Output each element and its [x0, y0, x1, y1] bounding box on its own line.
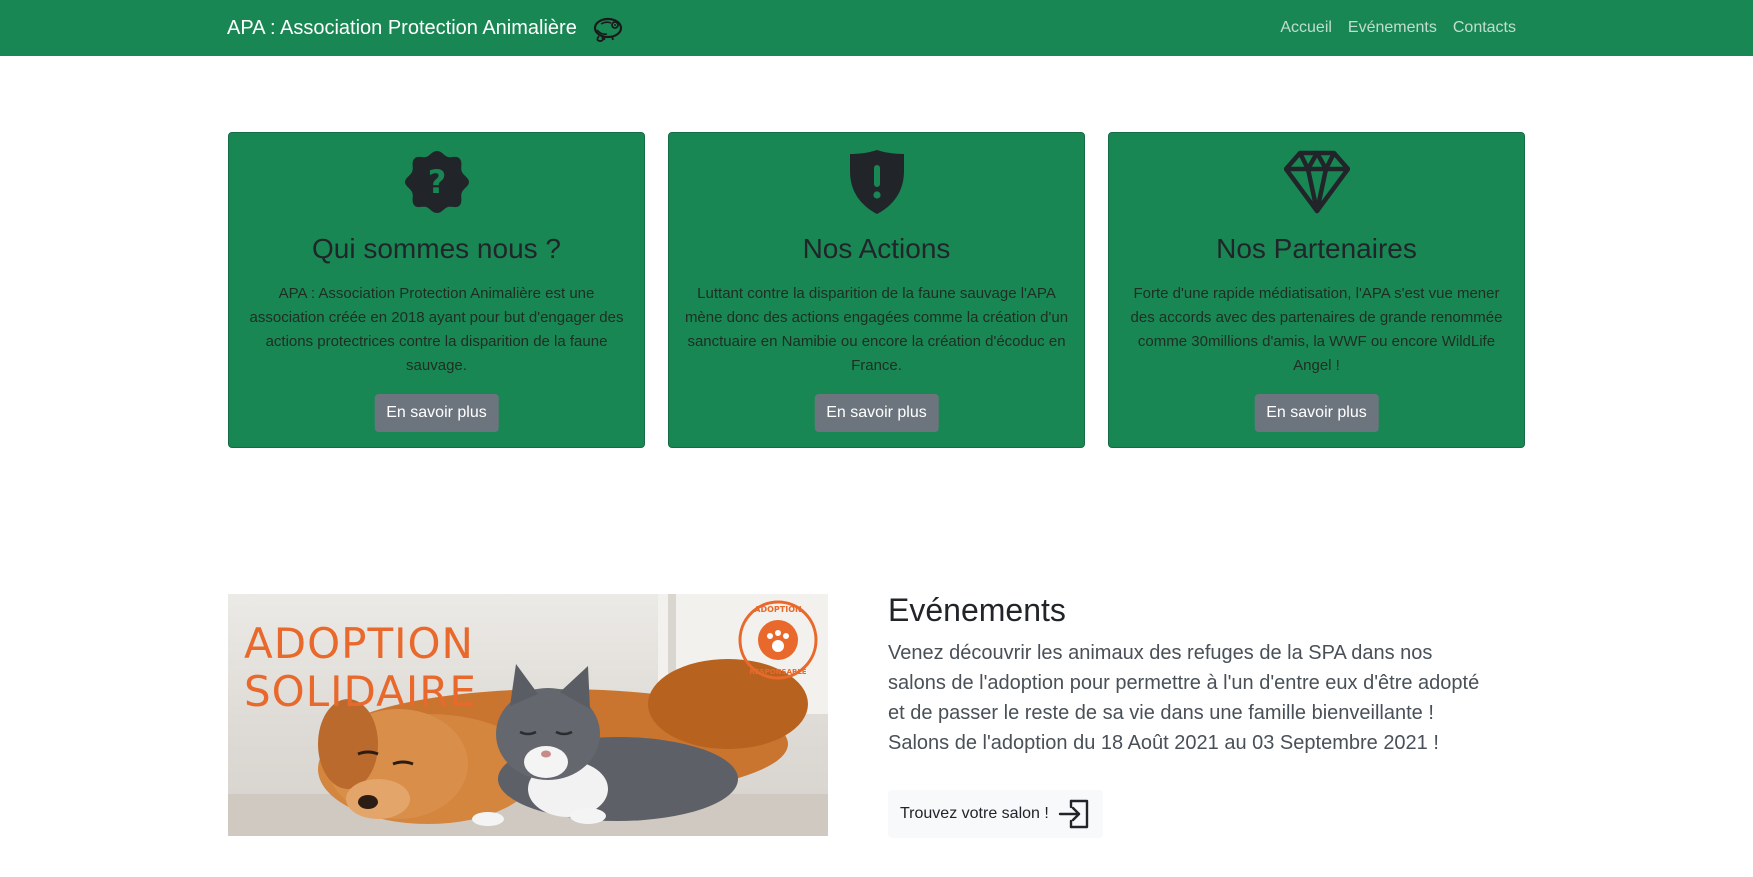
shield-exclamation-icon — [849, 150, 904, 214]
en-savoir-plus-button[interactable]: En savoir plus — [814, 394, 939, 432]
adoption-headline-line1: ADOPTION — [244, 619, 474, 668]
nav-link-accueil[interactable]: Accueil — [1280, 19, 1332, 37]
card-nos-partenaires: Nos Partenaires Forte d'une rapide média… — [1108, 132, 1525, 448]
card-text: Luttant contre la disparition de la faun… — [684, 285, 1069, 374]
events-description: Venez découvrir les animaux des refuges … — [888, 642, 1480, 754]
enter-icon — [1058, 799, 1089, 829]
question-badge-icon: ? — [404, 151, 469, 213]
card-title: Qui sommes nous ? — [312, 233, 561, 264]
events-title: Evénements — [888, 592, 1066, 628]
card-qui-sommes-nous: ? Qui sommes nous ? APA : Association Pr… — [228, 132, 645, 448]
chameleon-logo-icon — [593, 17, 622, 42]
brand[interactable]: APA : Association Protection Animalière — [227, 0, 625, 56]
stamp-bottom-text: RESPONSABLE — [749, 668, 806, 676]
card-nos-actions: Nos Actions Luttant contre la disparitio… — [668, 132, 1085, 448]
svg-text:?: ? — [427, 163, 446, 201]
trouvez-votre-salon-button[interactable]: Trouvez votre salon ! — [888, 790, 1103, 838]
en-savoir-plus-button[interactable]: En savoir plus — [1254, 394, 1379, 432]
en-savoir-plus-button[interactable]: En savoir plus — [374, 394, 499, 432]
card-title: Nos Partenaires — [1216, 233, 1417, 264]
brand-title[interactable]: APA : Association Protection Animalière — [227, 17, 577, 40]
card-text: Forte d'une rapide médiatisation, l'APA … — [1130, 285, 1503, 374]
card-text: APA : Association Protection Animalière … — [249, 285, 624, 374]
card-title: Nos Actions — [802, 233, 951, 264]
dog-and-cat-illustration: ADOPTION SOLIDAIRE ADOPTION RESPONSABLE — [228, 594, 828, 836]
nav-link-contacts[interactable]: Contacts — [1453, 19, 1516, 37]
nav-links: Accueil Evénements Contacts — [1280, 0, 1516, 56]
stamp-top-text: ADOPTION — [754, 605, 801, 614]
adoption-solidaire-image: ADOPTION SOLIDAIRE ADOPTION RESPONSABLE — [228, 594, 828, 836]
trouvez-votre-salon-label: Trouvez votre salon ! — [900, 805, 1049, 822]
nav-link-evenements[interactable]: Evénements — [1348, 19, 1437, 37]
top-navbar: APA : Association Protection Animalière … — [0, 0, 1753, 56]
adoption-headline-line2: SOLIDAIRE — [244, 667, 477, 716]
gem-icon — [1283, 150, 1350, 214]
